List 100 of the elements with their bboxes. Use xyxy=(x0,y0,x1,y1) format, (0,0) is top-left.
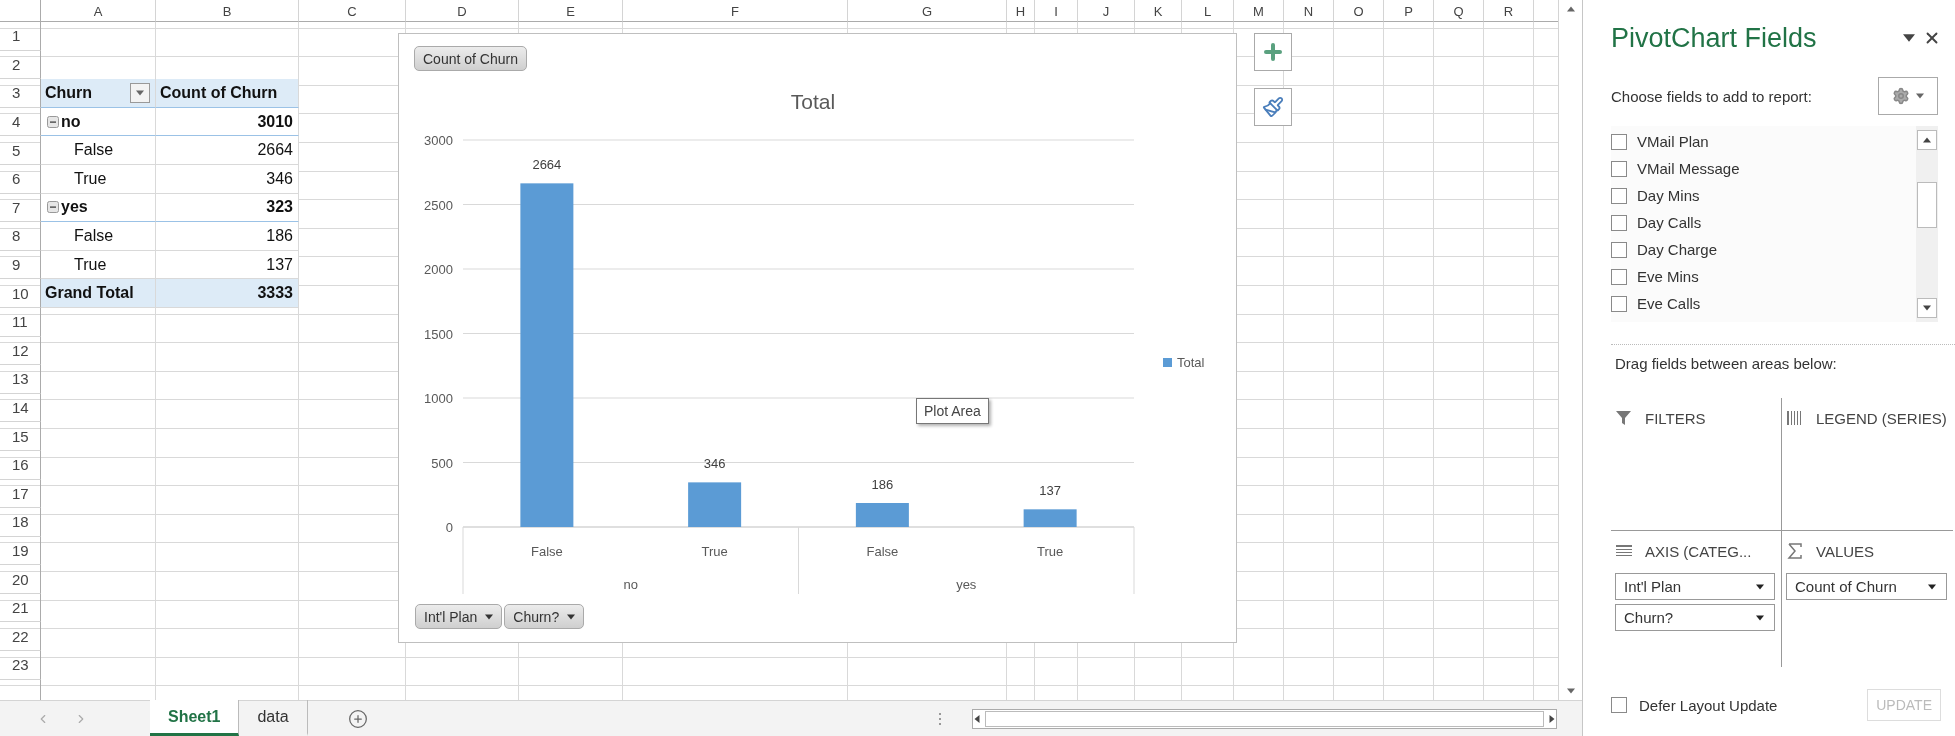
row-header[interactable]: 20 xyxy=(0,565,41,594)
area-field-item[interactable]: Int'l Plan xyxy=(1615,573,1775,600)
scroll-down-button[interactable] xyxy=(1917,298,1937,318)
field-checkbox[interactable] xyxy=(1611,295,1627,312)
field-checkbox[interactable] xyxy=(1611,187,1627,204)
total-cell: 3333 xyxy=(156,279,299,308)
column-header[interactable]: K xyxy=(1135,0,1182,22)
field-label[interactable]: VMail Plan xyxy=(1637,133,1709,150)
tooltip: Plot Area xyxy=(916,398,989,424)
chart-styles-button[interactable] xyxy=(1254,88,1292,126)
scroll-up-icon xyxy=(1923,136,1931,144)
column-header[interactable]: I xyxy=(1035,0,1078,22)
field-checkbox[interactable] xyxy=(1611,268,1627,285)
collapse-icon[interactable] xyxy=(47,201,59,214)
chart-elements-button[interactable] xyxy=(1254,33,1292,71)
category-group-label: no xyxy=(623,577,638,592)
row-header[interactable]: 1 xyxy=(0,22,41,51)
row-header[interactable]: 14 xyxy=(0,393,41,423)
areas-prompt: Drag fields between areas below: xyxy=(1615,355,1838,372)
field-checkbox[interactable] xyxy=(1611,241,1627,258)
field-label[interactable]: Day Mins xyxy=(1637,187,1700,204)
row-header[interactable]: 15 xyxy=(0,422,41,451)
panel-title: PivotChart Fields xyxy=(1611,22,1818,54)
column-header[interactable]: G xyxy=(848,0,1007,22)
row-header[interactable]: 11 xyxy=(0,307,41,337)
value-field-button[interactable]: Count of Churn xyxy=(414,46,527,71)
filter-dropdown-button[interactable] xyxy=(130,83,150,103)
caret-icon xyxy=(1903,32,1915,44)
row-header[interactable]: 22 xyxy=(0,622,41,652)
axis-tick-label: 2500 xyxy=(424,197,453,213)
scroll-thumb[interactable] xyxy=(1917,182,1937,228)
row-header[interactable]: 23 xyxy=(0,651,41,680)
area-field-item[interactable]: Count of Churn xyxy=(1786,573,1947,600)
column-header[interactable]: M xyxy=(1234,0,1284,22)
column-header[interactable]: O xyxy=(1334,0,1384,22)
data-label: 137 xyxy=(1039,483,1061,499)
column-header[interactable]: H xyxy=(1007,0,1035,22)
drop-area[interactable]: FILTERS xyxy=(1611,398,1782,531)
data-label: 2664 xyxy=(532,157,562,173)
column-header[interactable]: A xyxy=(41,0,156,22)
horizontal-scrollbar[interactable] xyxy=(971,708,1557,729)
column-header[interactable]: C xyxy=(299,0,406,22)
scroll-up-button[interactable] xyxy=(1917,130,1937,150)
paintbrush-icon xyxy=(1262,96,1284,118)
column-header[interactable]: F xyxy=(623,0,848,22)
column-header[interactable]: N xyxy=(1284,0,1334,22)
axis-field-button[interactable]: Churn? xyxy=(504,604,585,629)
field-label[interactable]: VMail Message xyxy=(1637,160,1740,177)
drop-area[interactable]: VALUES Count of Churn xyxy=(1782,531,1953,667)
group-label: no xyxy=(61,112,81,131)
row-header[interactable]: 16 xyxy=(0,450,41,480)
drop-area[interactable]: LEGEND (SERIES) xyxy=(1782,398,1953,531)
axis-tick-label: 1000 xyxy=(424,391,453,406)
category-label: True xyxy=(1037,544,1064,559)
field-label[interactable]: Eve Calls xyxy=(1637,295,1701,312)
column-header[interactable]: D xyxy=(406,0,519,22)
axis-field-button[interactable]: Int'l Plan xyxy=(415,604,503,629)
row-header[interactable]: 21 xyxy=(0,593,41,623)
rows-icon xyxy=(1615,543,1633,559)
category-group-label: yes xyxy=(956,577,977,592)
column-header[interactable]: R xyxy=(1484,0,1534,22)
field-label[interactable]: Day Calls xyxy=(1637,214,1702,231)
column-header[interactable]: P xyxy=(1384,0,1434,22)
panel-prompt: Choose fields to add to report: xyxy=(1611,87,1812,105)
columns-icon xyxy=(1786,410,1804,426)
column-header[interactable]: B xyxy=(156,0,299,22)
collapse-icon[interactable] xyxy=(47,115,59,128)
field-checkbox[interactable] xyxy=(1611,160,1627,177)
row-header[interactable]: 17 xyxy=(0,479,41,509)
caret-icon xyxy=(136,89,144,97)
field-checkbox[interactable] xyxy=(1611,133,1627,150)
plus-circle-icon xyxy=(347,708,368,729)
row-header[interactable]: 13 xyxy=(0,365,41,394)
sheet-tab[interactable]: Sheet1 xyxy=(150,700,240,736)
add-sheet-button[interactable] xyxy=(347,708,368,729)
row-header[interactable]: 12 xyxy=(0,336,41,366)
tools-button[interactable] xyxy=(1878,77,1938,115)
row-header[interactable]: 18 xyxy=(0,508,41,537)
bar xyxy=(688,482,742,527)
select-all-corner[interactable] xyxy=(0,0,41,22)
drop-area[interactable]: AXIS (CATEG... Int'l Plan Churn? xyxy=(1611,531,1782,667)
sigma-icon xyxy=(1786,543,1804,559)
scroll-thumb[interactable] xyxy=(984,710,1544,727)
field-label[interactable]: Day Charge xyxy=(1637,241,1718,258)
row-header[interactable]: 2 xyxy=(0,50,41,80)
area-field-item[interactable]: Churn? xyxy=(1615,604,1775,631)
row-header[interactable]: 19 xyxy=(0,536,41,566)
defer-checkbox[interactable] xyxy=(1611,697,1627,713)
splitter-icon[interactable] xyxy=(937,711,942,726)
sheet-tab[interactable]: data xyxy=(239,700,308,736)
list-scrollbar[interactable] xyxy=(1916,126,1938,322)
scroll-down-icon xyxy=(1923,304,1931,312)
column-header[interactable]: L xyxy=(1182,0,1234,22)
field-label[interactable]: Eve Mins xyxy=(1637,268,1699,285)
field-checkbox[interactable] xyxy=(1611,214,1627,231)
scroll-left-icon xyxy=(972,714,981,723)
column-header[interactable]: E xyxy=(519,0,623,22)
column-header[interactable]: J xyxy=(1078,0,1135,22)
column-header[interactable]: Q xyxy=(1434,0,1484,22)
caret-icon xyxy=(485,612,494,621)
